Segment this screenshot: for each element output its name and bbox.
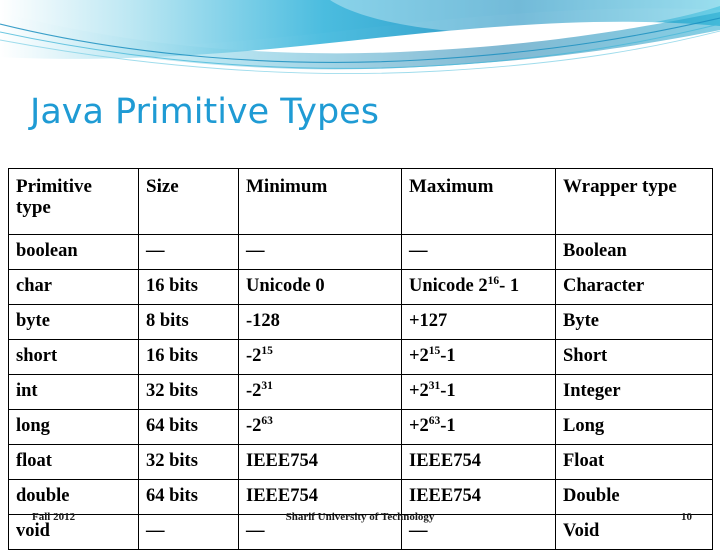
page-title: Java Primitive Types: [30, 92, 379, 132]
cell-maximum: +215-1: [401, 339, 556, 375]
cell-minimum: -231: [238, 374, 402, 410]
footer-page-number: 10: [681, 511, 692, 523]
cell-maximum: Unicode 216- 1: [401, 269, 556, 305]
max-base: +2: [409, 346, 429, 367]
min-base: -2: [246, 346, 262, 367]
cell-size: 64 bits: [138, 409, 239, 445]
column-header-size: Size: [138, 168, 239, 235]
cell-minimum: IEEE754: [238, 444, 402, 480]
cell-wrapper: Long: [555, 409, 713, 445]
cell-minimum: -128: [238, 304, 402, 340]
cell-wrapper: Byte: [555, 304, 713, 340]
min-base: -2: [246, 381, 262, 402]
cell-type: long: [8, 409, 139, 445]
header-decoration: [0, 0, 720, 80]
column-header-primitive-type: Primitive type: [8, 168, 139, 235]
min-exponent: 31: [261, 379, 273, 392]
cell-wrapper: Character: [555, 269, 713, 305]
min-exponent: 63: [261, 414, 273, 427]
cell-size: 16 bits: [138, 269, 239, 305]
max-base: +2: [409, 381, 429, 402]
cell-wrapper: Float: [555, 444, 713, 480]
primitive-types-table: Primitive type Size Minimum Maximum Wrap…: [8, 168, 713, 550]
cell-size: 8 bits: [138, 304, 239, 340]
cell-minimum: Unicode 0: [238, 269, 402, 305]
max-suffix: -1: [440, 416, 456, 437]
cell-size: 32 bits: [138, 374, 239, 410]
column-header-wrapper-type: Wrapper type: [555, 168, 713, 235]
cell-size: —: [138, 234, 239, 270]
cell-maximum: IEEE754: [401, 444, 556, 480]
cell-type: char: [8, 269, 139, 305]
cell-minimum: —: [238, 234, 402, 270]
table-header-row: Primitive type Size Minimum Maximum Wrap…: [8, 168, 713, 235]
table-row: float 32 bits IEEE754 IEEE754 Float: [8, 444, 713, 480]
header-swoosh-graphic: [0, 0, 720, 74]
cell-type: short: [8, 339, 139, 375]
max-suffix: -1: [440, 381, 456, 402]
cell-minimum: -215: [238, 339, 402, 375]
max-exponent: 16: [487, 274, 500, 287]
cell-maximum: +127: [401, 304, 556, 340]
table-row: short 16 bits -215 +215-1 Short: [8, 339, 713, 375]
max-exponent: 63: [428, 414, 441, 427]
max-base: Unicode 2: [409, 276, 488, 297]
cell-maximum: +263-1: [401, 409, 556, 445]
min-base: -2: [246, 416, 262, 437]
max-suffix: -1: [440, 346, 456, 367]
footer-organization: Sharif University of Technology: [285, 511, 435, 523]
max-exponent: 15: [428, 344, 441, 357]
min-exponent: 15: [261, 344, 273, 357]
max-base: +2: [409, 416, 429, 437]
cell-type: byte: [8, 304, 139, 340]
column-header-maximum: Maximum: [401, 168, 556, 235]
table-row: byte 8 bits -128 +127 Byte: [8, 304, 713, 340]
column-header-minimum: Minimum: [238, 168, 402, 235]
slide-footer: Fall 2012 Sharif University of Technolog…: [0, 505, 720, 540]
cell-type: int: [8, 374, 139, 410]
max-exponent: 31: [428, 379, 441, 392]
table-row: boolean — — — Boolean: [8, 234, 713, 270]
cell-size: 32 bits: [138, 444, 239, 480]
max-suffix: - 1: [499, 276, 520, 297]
cell-wrapper: Boolean: [555, 234, 713, 270]
table-row: int 32 bits -231 +231-1 Integer: [8, 374, 713, 410]
cell-minimum: -263: [238, 409, 402, 445]
cell-maximum: +231-1: [401, 374, 556, 410]
primitive-types-table-container: Primitive type Size Minimum Maximum Wrap…: [8, 168, 713, 550]
cell-wrapper: Short: [555, 339, 713, 375]
table-row: long 64 bits -263 +263-1 Long: [8, 409, 713, 445]
table-row: char 16 bits Unicode 0 Unicode 216- 1 Ch…: [8, 269, 713, 305]
cell-type: float: [8, 444, 139, 480]
cell-maximum: —: [401, 234, 556, 270]
cell-type: boolean: [8, 234, 139, 270]
cell-size: 16 bits: [138, 339, 239, 375]
cell-wrapper: Integer: [555, 374, 713, 410]
